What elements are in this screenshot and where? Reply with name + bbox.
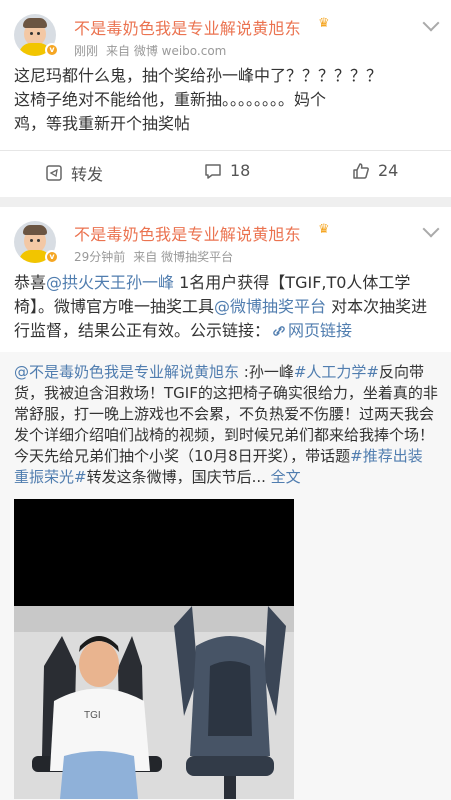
weibo-post[interactable]: v 不是毒奶色我是专业解说黄旭东 ♛ 刚刚 来自 微博 weibo.com 这尼玛… [0,0,451,197]
repost-body: @不是毒奶色我是专业解说黄旭东 :孙一峰#人工力学#反向带货，我被迫含泪救场！T… [14,362,439,488]
chevron-down-icon[interactable] [422,220,440,238]
crown-icon: ♛ [318,16,330,31]
post-source: 来自 微博 weibo.com [106,44,227,58]
feed: v 不是毒奶色我是专业解说黄旭东 ♛ 刚刚 来自 微博 weibo.com 这尼玛… [0,0,451,800]
post-body: 这尼玛都什么鬼，抽个奖给孙一峰中了？？？？？？ 这椅子绝对不能给他，重新抽。。。… [14,64,439,136]
chevron-down-icon[interactable] [422,14,440,32]
hashtag-link[interactable]: #人工力学# [294,363,379,381]
verified-badge-icon: v [45,250,59,264]
shirt-logo-text: TGI [84,710,101,721]
post-line: 这尼玛都什么鬼，抽个奖给孙一峰中了？？？？？？ [14,66,383,85]
like-icon [353,162,369,179]
divider [0,150,451,151]
post-line: 这椅子绝对不能给他，重新抽。。。。。。。。妈个 [14,90,327,109]
mention-link[interactable]: @微博抽奖平台 [214,297,326,316]
post-meta: 29分钟前 来自 微博抽奖平台 [74,248,233,265]
weibo-post[interactable]: v 不是毒奶色我是专业解说黄旭东 ♛ 29分钟前 来自 微博抽奖平台 恭喜@拱火天… [0,207,451,800]
repost-label: 转发 [71,165,104,184]
mention-link[interactable]: @拱火天王孙一峰 [46,273,174,292]
username[interactable]: 不是毒奶色我是专业解说黄旭东 [74,15,301,39]
repost-text: :孙一峰 [239,363,294,381]
repost-icon [46,165,62,181]
mention-link[interactable]: @不是毒奶色我是专业解说黄旭东 [14,363,239,381]
link-icon [273,326,285,336]
video-thumbnail[interactable]: TGI [14,499,294,799]
comment-count: 18 [230,161,251,180]
post-body: 恭喜@拱火天王孙一峰 1名用户获得【TGIF,T0人体工学椅】。微博官方唯一抽奖… [14,271,437,343]
post-time: 29分钟前 [74,250,126,264]
username[interactable]: 不是毒奶色我是专业解说黄旭东 [74,221,301,245]
verified-badge-icon: v [45,43,59,57]
post-text: 恭喜 [14,273,47,292]
video-frame-image: TGI [14,606,294,799]
like-button[interactable]: 24 [352,161,398,180]
web-link[interactable]: 网页链接 [270,321,352,340]
web-link-label[interactable]: 网页链接 [288,321,352,340]
crown-icon: ♛ [318,222,330,237]
video-frame: TGI [14,606,294,799]
post-source: 来自 微博抽奖平台 [133,250,234,264]
like-count: 24 [378,161,399,180]
full-text-link[interactable]: 全文 [266,468,301,486]
post-line: 鸡，等我重新开个抽奖帖 [14,114,191,133]
post-meta: 刚刚 来自 微博 weibo.com [74,42,226,59]
repost-button[interactable]: 转发 [45,161,103,185]
post-time: 刚刚 [74,44,99,58]
comment-icon [205,163,221,179]
comment-button[interactable]: 18 [204,161,250,180]
repost-text: 转发这条微博，国庆节后... [86,468,266,486]
repost-card[interactable]: @不是毒奶色我是专业解说黄旭东 :孙一峰#人工力学#反向带货，我被迫含泪救场！T… [0,352,451,800]
